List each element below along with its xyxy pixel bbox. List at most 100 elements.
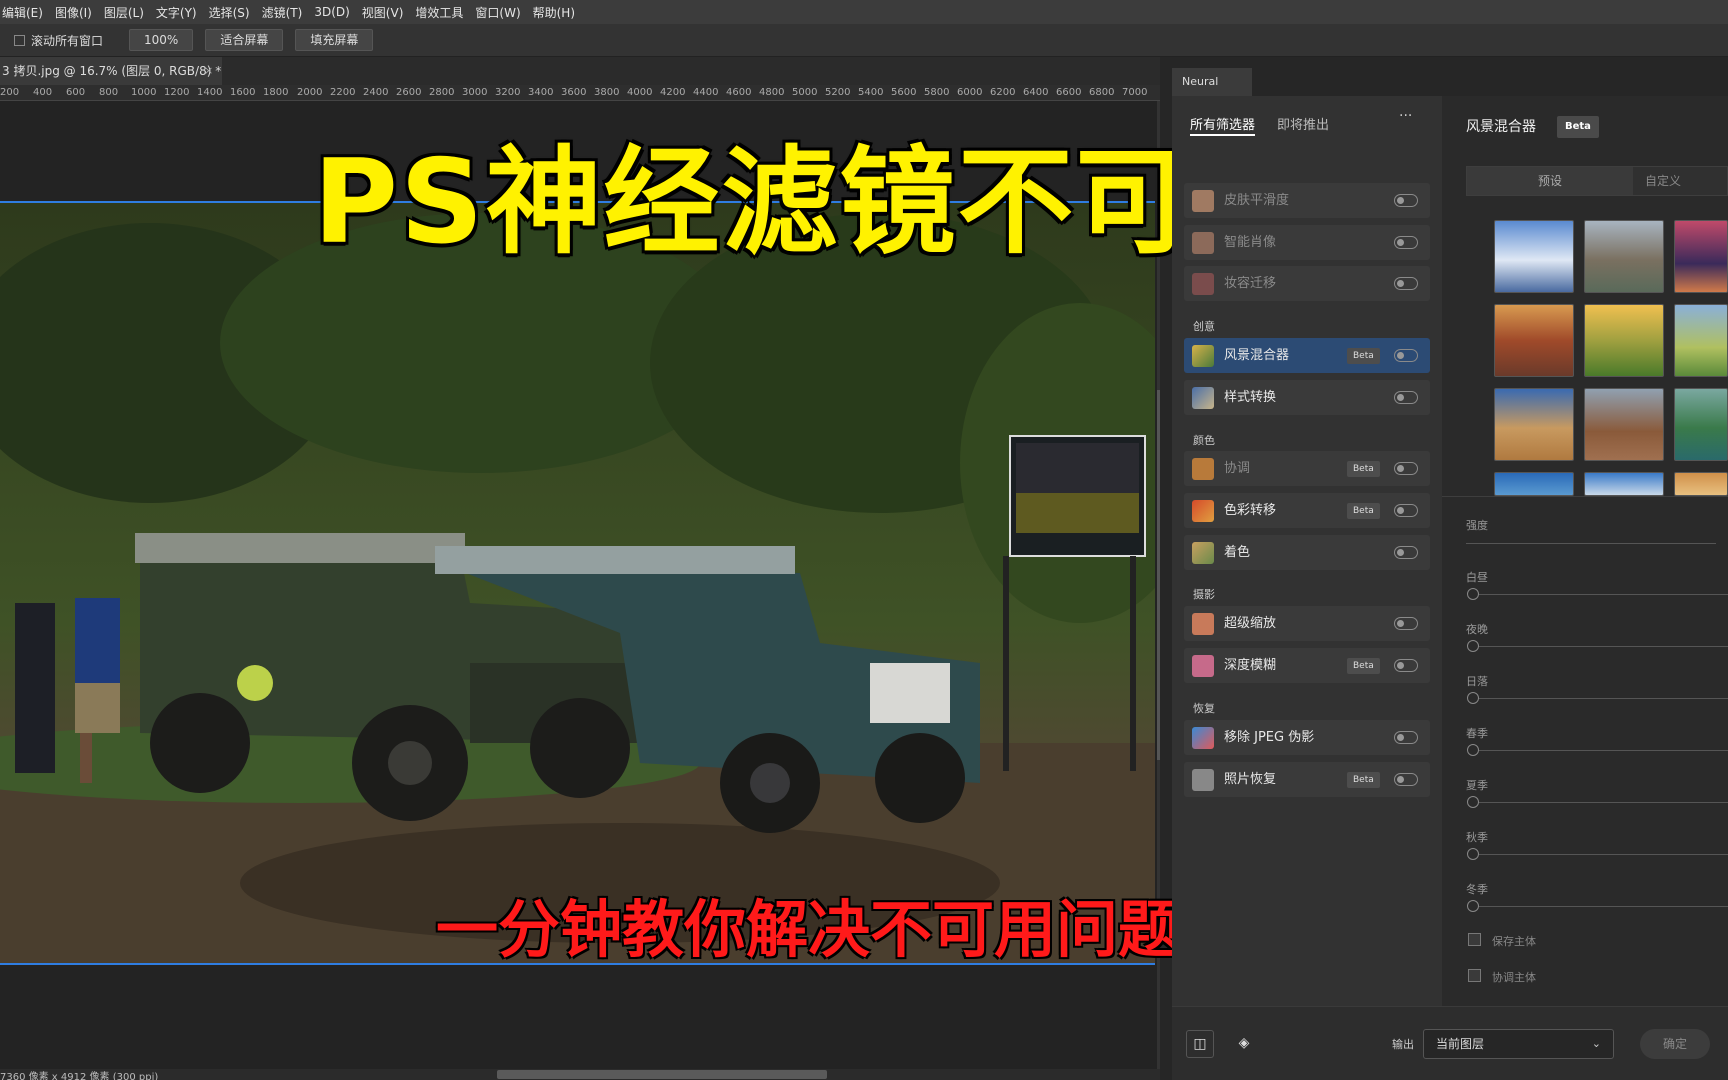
filter-row-depth-blur[interactable]: 深度模糊 Beta <box>1184 648 1430 683</box>
filter-row-skin-smoothing[interactable]: 皮肤平滑度 <box>1184 183 1430 218</box>
before-after-icon[interactable]: ◫ <box>1186 1030 1214 1058</box>
filter-toggle[interactable] <box>1394 462 1418 475</box>
filter-toggle[interactable] <box>1394 277 1418 290</box>
preset-thumbnail[interactable] <box>1494 472 1574 496</box>
filter-row-style-transfer[interactable]: 样式转换 <box>1184 380 1430 415</box>
menu-plugins[interactable]: 增效工具 <box>415 4 463 21</box>
strength-slider[interactable] <box>1466 543 1716 544</box>
vertical-scroll-thumb[interactable] <box>1157 390 1160 760</box>
night-slider-track[interactable] <box>1478 646 1728 647</box>
sunset-slider-track[interactable] <box>1478 698 1728 699</box>
harmonize-subject-label: 协调主体 <box>1492 971 1536 984</box>
preset-thumbnail[interactable] <box>1494 304 1574 377</box>
menu-view[interactable]: 视图(V) <box>362 4 404 21</box>
tab-custom[interactable]: 自定义 <box>1645 167 1681 195</box>
horizontal-ruler: 200 400 600 800 1000 1200 1400 1600 1800… <box>0 85 1160 101</box>
fill-screen-button[interactable]: 填充屏幕 <box>295 29 374 51</box>
menu-select[interactable]: 选择(S) <box>209 4 250 21</box>
preset-thumbnail[interactable] <box>1584 472 1664 496</box>
filter-toggle[interactable] <box>1394 504 1418 517</box>
ok-button[interactable]: 确定 <box>1640 1029 1710 1059</box>
ruler-tick: 1600 <box>230 87 256 98</box>
summer-slider-knob[interactable] <box>1467 796 1479 808</box>
close-icon[interactable]: × <box>204 57 213 85</box>
menu-window[interactable]: 窗口(W) <box>475 4 520 21</box>
menu-filter[interactable]: 滤镜(T) <box>262 4 303 21</box>
winter-slider-track[interactable] <box>1478 906 1728 907</box>
filter-row-landscape-mixer[interactable]: 风景混合器 Beta <box>1184 338 1430 373</box>
more-options-icon[interactable]: ··· <box>1399 108 1412 124</box>
menu-type[interactable]: 文字(Y) <box>156 4 197 21</box>
document-image[interactable] <box>0 201 1155 965</box>
menu-image[interactable]: 图像(I) <box>55 4 92 21</box>
spring-slider-knob[interactable] <box>1467 744 1479 756</box>
menu-layer[interactable]: 图层(L) <box>104 4 144 21</box>
summer-slider-track[interactable] <box>1478 802 1728 803</box>
filter-row-harmonize[interactable]: 协调 Beta <box>1184 451 1430 486</box>
ruler-tick: 6800 <box>1089 87 1115 98</box>
autumn-slider-knob[interactable] <box>1467 848 1479 860</box>
fit-screen-button[interactable]: 适合屏幕 <box>205 29 284 51</box>
day-slider-track[interactable] <box>1478 594 1728 595</box>
preset-thumbnail[interactable] <box>1674 388 1728 461</box>
tab-preset[interactable]: 预设 <box>1467 167 1633 195</box>
spring-slider-track[interactable] <box>1478 750 1728 751</box>
document-tab[interactable]: 3 拷贝.jpg @ 16.7% (图层 0, RGB/8) * <box>0 57 222 85</box>
preset-thumbnail[interactable] <box>1584 304 1664 377</box>
menu-3d[interactable]: 3D(D) <box>314 5 349 19</box>
preset-thumbnail[interactable] <box>1584 388 1664 461</box>
ruler-tick: 1200 <box>164 87 190 98</box>
smart-portrait-icon <box>1192 232 1214 254</box>
horizontal-scroll-thumb[interactable] <box>497 1070 827 1079</box>
preset-thumbnail[interactable] <box>1674 472 1728 496</box>
harmonize-subject-checkbox[interactable] <box>1468 969 1481 982</box>
color-transfer-icon <box>1192 500 1214 522</box>
filter-toggle[interactable] <box>1394 391 1418 404</box>
harmonize-icon <box>1192 458 1214 480</box>
filter-toggle[interactable] <box>1394 659 1418 672</box>
filter-row-makeup-transfer[interactable]: 妆容迁移 <box>1184 266 1430 301</box>
menu-help[interactable]: 帮助(H) <box>533 4 575 21</box>
ruler-tick: 4600 <box>726 87 752 98</box>
menu-edit[interactable]: 编辑(E) <box>2 4 43 21</box>
preset-thumbnail[interactable] <box>1674 220 1728 293</box>
ruler-tick: 7000 <box>1122 87 1148 98</box>
autumn-slider-track[interactable] <box>1478 854 1728 855</box>
tab-coming-soon[interactable]: 即将推出 <box>1277 114 1329 136</box>
preset-thumbnail[interactable] <box>1494 220 1574 293</box>
scroll-all-checkbox[interactable] <box>14 34 25 46</box>
filter-toggle[interactable] <box>1394 546 1418 559</box>
filter-row-color-transfer[interactable]: 色彩转移 Beta <box>1184 493 1430 528</box>
ruler-tick: 3600 <box>561 87 587 98</box>
filter-row-photo-restoration[interactable]: 照片恢复 Beta <box>1184 762 1430 797</box>
ruler-tick: 6400 <box>1023 87 1049 98</box>
neural-filters-tab[interactable]: Neural Filters <box>1172 68 1252 116</box>
preset-thumbnail[interactable] <box>1494 388 1574 461</box>
filter-toggle[interactable] <box>1394 349 1418 362</box>
filter-label: 移除 JPEG 伪影 <box>1224 730 1315 745</box>
filter-toggle[interactable] <box>1394 236 1418 249</box>
winter-slider-knob[interactable] <box>1467 900 1479 912</box>
filter-toggle[interactable] <box>1394 617 1418 630</box>
night-slider-knob[interactable] <box>1467 640 1479 652</box>
filter-toggle[interactable] <box>1394 731 1418 744</box>
tab-all-filters[interactable]: 所有筛选器 <box>1190 114 1256 136</box>
filter-row-remove-jpeg-artifacts[interactable]: 移除 JPEG 伪影 <box>1184 720 1430 755</box>
filter-row-smart-portrait[interactable]: 智能肖像 <box>1184 225 1430 260</box>
day-slider-knob[interactable] <box>1467 588 1479 600</box>
zoom-100-button[interactable]: 100% <box>129 29 194 51</box>
layers-preview-icon[interactable]: ◈ <box>1230 1030 1258 1058</box>
preserve-subject-checkbox[interactable] <box>1468 933 1481 946</box>
sunset-slider-knob[interactable] <box>1467 692 1479 704</box>
preset-thumbnail[interactable] <box>1584 220 1664 293</box>
filter-label: 智能肖像 <box>1224 235 1277 250</box>
slider-label-autumn: 秋季 <box>1466 831 1488 844</box>
filter-toggle[interactable] <box>1394 194 1418 207</box>
preset-thumbnail[interactable] <box>1674 304 1728 377</box>
filter-toggle[interactable] <box>1394 773 1418 786</box>
filter-row-super-zoom[interactable]: 超级缩放 <box>1184 606 1430 641</box>
filter-row-colorize[interactable]: 着色 <box>1184 535 1430 570</box>
document-tab-title: 3 拷贝.jpg @ 16.7% (图层 0, RGB/8) * <box>2 64 222 78</box>
output-select[interactable]: 当前图层 ⌄ <box>1423 1029 1614 1059</box>
beta-badge: Beta <box>1347 461 1380 477</box>
